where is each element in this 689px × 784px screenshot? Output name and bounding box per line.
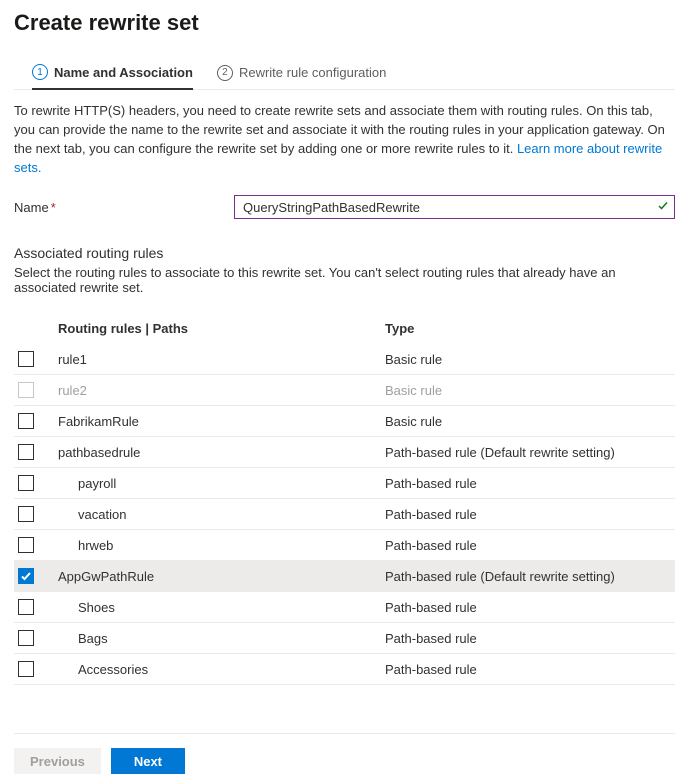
rule-name: Accessories — [54, 662, 385, 677]
name-label: Name* — [14, 200, 234, 215]
table-row[interactable]: FabrikamRuleBasic rule — [14, 406, 675, 437]
rule-name: FabrikamRule — [54, 414, 385, 429]
table-row[interactable]: rule1Basic rule — [14, 344, 675, 375]
column-header-type[interactable]: Type — [385, 321, 675, 336]
rule-name: payroll — [54, 476, 385, 491]
rule-checkbox[interactable] — [18, 537, 34, 553]
rule-checkbox[interactable] — [18, 568, 34, 584]
next-button[interactable]: Next — [111, 748, 185, 774]
rule-checkbox[interactable] — [18, 475, 34, 491]
step-number-icon: 1 — [32, 64, 48, 80]
rules-table-body: rule1Basic rulerule2Basic ruleFabrikamRu… — [14, 344, 675, 685]
column-header-name[interactable]: Routing rules | Paths — [54, 321, 385, 336]
table-row[interactable]: BagsPath-based rule — [14, 623, 675, 654]
rule-checkbox — [18, 382, 34, 398]
table-row[interactable]: payrollPath-based rule — [14, 468, 675, 499]
table-row[interactable]: vacationPath-based rule — [14, 499, 675, 530]
step-label: Name and Association — [54, 65, 193, 80]
intro-text: To rewrite HTTP(S) headers, you need to … — [14, 102, 675, 177]
rule-checkbox[interactable] — [18, 506, 34, 522]
rule-name: pathbasedrule — [54, 445, 385, 460]
step-number-icon: 2 — [217, 65, 233, 81]
name-row: Name* — [14, 195, 675, 219]
rule-checkbox[interactable] — [18, 599, 34, 615]
page-title: Create rewrite set — [14, 10, 675, 36]
rule-checkbox[interactable] — [18, 630, 34, 646]
rule-type: Path-based rule — [385, 600, 675, 615]
valid-check-icon — [657, 200, 669, 215]
name-input[interactable] — [234, 195, 675, 219]
associated-rules-heading: Associated routing rules — [14, 245, 675, 261]
table-row[interactable]: pathbasedrulePath-based rule (Default re… — [14, 437, 675, 468]
rule-type: Path-based rule (Default rewrite setting… — [385, 445, 675, 460]
rule-checkbox[interactable] — [18, 444, 34, 460]
rule-checkbox[interactable] — [18, 661, 34, 677]
name-label-text: Name — [14, 200, 49, 215]
rule-name: AppGwPathRule — [54, 569, 385, 584]
table-row: rule2Basic rule — [14, 375, 675, 406]
rule-type: Path-based rule — [385, 538, 675, 553]
associated-rules-sub: Select the routing rules to associate to… — [14, 265, 675, 295]
rule-name: Bags — [54, 631, 385, 646]
rule-name: Shoes — [54, 600, 385, 615]
required-indicator: * — [51, 200, 56, 215]
wizard-steps: 1 Name and Association 2 Rewrite rule confi… — [14, 58, 675, 90]
wizard-step-2[interactable]: 2 Rewrite rule configuration — [217, 65, 386, 81]
rule-type: Path-based rule — [385, 662, 675, 677]
rule-type: Path-based rule — [385, 507, 675, 522]
rule-type: Basic rule — [385, 414, 675, 429]
table-row[interactable]: AccessoriesPath-based rule — [14, 654, 675, 685]
wizard-step-1[interactable]: 1 Name and Association — [32, 64, 193, 90]
rule-name: hrweb — [54, 538, 385, 553]
rule-checkbox[interactable] — [18, 351, 34, 367]
rules-table-header: Routing rules | Paths Type — [14, 313, 675, 344]
rule-type: Path-based rule (Default rewrite setting… — [385, 569, 675, 584]
table-row[interactable]: hrwebPath-based rule — [14, 530, 675, 561]
rule-name: rule2 — [54, 383, 385, 398]
rule-checkbox[interactable] — [18, 413, 34, 429]
footer-buttons: Previous Next — [14, 733, 675, 774]
rule-name: rule1 — [54, 352, 385, 367]
rule-type: Path-based rule — [385, 476, 675, 491]
table-row[interactable]: AppGwPathRulePath-based rule (Default re… — [14, 561, 675, 592]
table-row[interactable]: ShoesPath-based rule — [14, 592, 675, 623]
rule-name: vacation — [54, 507, 385, 522]
rule-type: Basic rule — [385, 352, 675, 367]
rule-type: Path-based rule — [385, 631, 675, 646]
name-input-wrap — [234, 195, 675, 219]
previous-button[interactable]: Previous — [14, 748, 101, 774]
step-label: Rewrite rule configuration — [239, 65, 386, 80]
rule-type: Basic rule — [385, 383, 675, 398]
